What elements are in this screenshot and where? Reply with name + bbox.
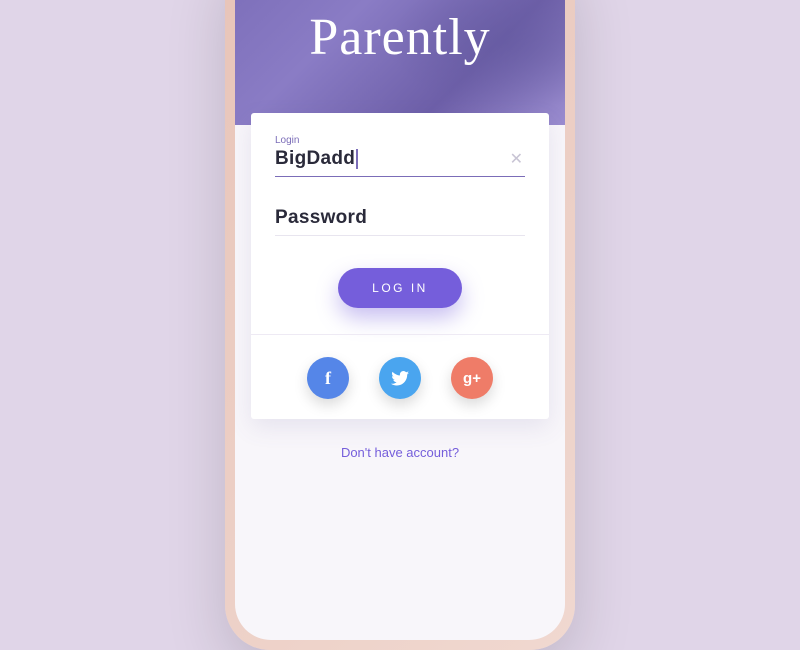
- twitter-button[interactable]: [379, 357, 421, 399]
- screen: Parently Login BigDadd ✕ Password LOG IN…: [235, 0, 565, 640]
- login-label: Login: [275, 135, 525, 146]
- back-arrow-icon[interactable]: [253, 0, 275, 3]
- password-field-group: Password: [275, 207, 525, 236]
- login-button[interactable]: LOG IN: [338, 268, 462, 308]
- google-plus-icon: g+: [463, 370, 481, 387]
- login-card: Login BigDadd ✕ Password LOG IN f: [251, 113, 549, 419]
- phone-frame: Parently Login BigDadd ✕ Password LOG IN…: [225, 0, 575, 650]
- social-row: f g+: [275, 335, 525, 399]
- twitter-icon: [391, 371, 409, 386]
- google-plus-button[interactable]: g+: [451, 357, 493, 399]
- login-field-group: Login BigDadd ✕: [275, 135, 525, 177]
- header: Parently: [235, 0, 565, 125]
- app-title: Parently: [309, 8, 490, 67]
- login-input[interactable]: BigDadd ✕: [275, 148, 525, 177]
- login-value: BigDadd: [275, 148, 355, 169]
- facebook-icon: f: [325, 368, 331, 389]
- signup-link[interactable]: Don't have account?: [235, 445, 565, 460]
- password-input[interactable]: Password: [275, 207, 525, 236]
- text-cursor-icon: [356, 149, 358, 169]
- clear-icon[interactable]: ✕: [508, 149, 525, 169]
- facebook-button[interactable]: f: [307, 357, 349, 399]
- password-placeholder: Password: [275, 207, 367, 229]
